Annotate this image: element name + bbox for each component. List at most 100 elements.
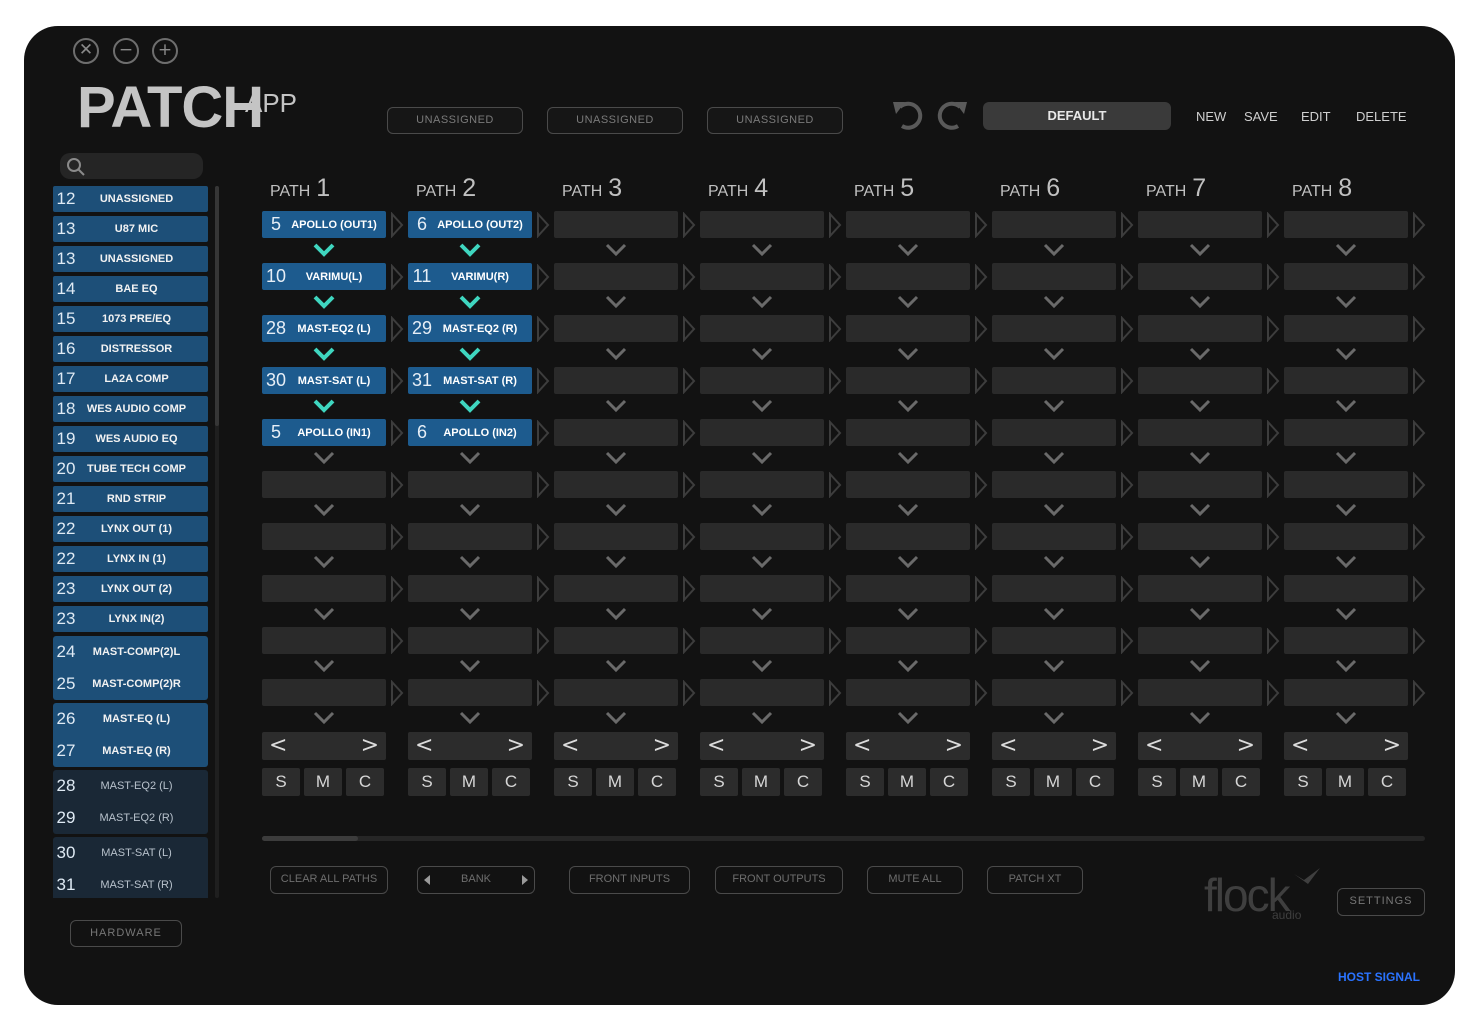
- sidebar-stereo-group[interactable]: 26 MAST-EQ (L) 27 MAST-EQ (R): [53, 703, 208, 767]
- solo-button[interactable]: S: [1138, 768, 1176, 796]
- chevron-down-icon[interactable]: [897, 503, 919, 517]
- bank-selector[interactable]: BANK: [417, 866, 535, 894]
- path-slot[interactable]: [1284, 523, 1408, 550]
- assign-slot-3-button[interactable]: UNASSIGNED: [707, 107, 843, 134]
- sidebar-item[interactable]: 14 BAE EQ: [53, 276, 208, 302]
- chevron-down-icon[interactable]: [1335, 451, 1357, 465]
- insert-arrow-icon[interactable]: [1266, 628, 1280, 654]
- insert-arrow-icon[interactable]: [1412, 472, 1426, 498]
- sidebar-scrollbar-thumb[interactable]: [215, 186, 219, 426]
- sidebar-item[interactable]: 31 MAST-SAT (R): [53, 872, 208, 898]
- path-slot[interactable]: [1138, 679, 1262, 706]
- path-slot[interactable]: [992, 367, 1116, 394]
- path-pager[interactable]: < >: [846, 732, 970, 760]
- clear-button[interactable]: C: [1222, 768, 1260, 796]
- path-slot[interactable]: [700, 315, 824, 342]
- clear-button[interactable]: C: [784, 768, 822, 796]
- patch-xt-button[interactable]: PATCH XT: [987, 866, 1083, 894]
- chevron-down-icon[interactable]: [897, 451, 919, 465]
- sidebar-item[interactable]: 23 LYNX OUT (2): [53, 576, 208, 602]
- insert-arrow-icon[interactable]: [536, 212, 550, 238]
- path-slot[interactable]: [1284, 263, 1408, 290]
- chevron-down-icon[interactable]: [1189, 503, 1211, 517]
- path-slot[interactable]: [1284, 315, 1408, 342]
- solo-button[interactable]: S: [262, 768, 300, 796]
- path-slot[interactable]: [846, 263, 970, 290]
- chevron-down-icon[interactable]: [459, 607, 481, 621]
- chevron-down-icon[interactable]: [313, 503, 335, 517]
- path-slot[interactable]: [262, 471, 386, 498]
- pager-prev-icon[interactable]: <: [269, 732, 287, 760]
- solo-button[interactable]: S: [992, 768, 1030, 796]
- chevron-down-icon[interactable]: [897, 347, 919, 361]
- chevron-down-icon[interactable]: [459, 659, 481, 673]
- chevron-down-icon[interactable]: [897, 711, 919, 725]
- path-slot[interactable]: [700, 367, 824, 394]
- paths-horizontal-scrollbar[interactable]: [262, 836, 1425, 841]
- path-slot[interactable]: [846, 419, 970, 446]
- path-slot[interactable]: [992, 315, 1116, 342]
- insert-arrow-icon[interactable]: [682, 420, 696, 446]
- insert-arrow-icon[interactable]: [390, 212, 404, 238]
- chevron-down-icon[interactable]: [1043, 503, 1065, 517]
- insert-arrow-icon[interactable]: [1412, 524, 1426, 550]
- insert-arrow-icon[interactable]: [1120, 420, 1134, 446]
- insert-arrow-icon[interactable]: [536, 316, 550, 342]
- sidebar-item[interactable]: 13 UNASSIGNED: [53, 246, 208, 272]
- insert-arrow-icon[interactable]: [828, 576, 842, 602]
- path-slot[interactable]: 6 APOLLO (OUT2): [408, 211, 532, 238]
- clear-button[interactable]: C: [346, 768, 384, 796]
- insert-arrow-icon[interactable]: [1266, 472, 1280, 498]
- insert-arrow-icon[interactable]: [1412, 420, 1426, 446]
- insert-arrow-icon[interactable]: [1412, 680, 1426, 706]
- sidebar-item[interactable]: 30 MAST-SAT (L): [53, 840, 208, 866]
- solo-button[interactable]: S: [554, 768, 592, 796]
- path-slot[interactable]: [554, 471, 678, 498]
- clear-button[interactable]: C: [1368, 768, 1406, 796]
- path-slot[interactable]: [262, 523, 386, 550]
- signal-link-chevron-icon[interactable]: [313, 347, 335, 361]
- insert-arrow-icon[interactable]: [974, 368, 988, 394]
- chevron-down-icon[interactable]: [751, 607, 773, 621]
- path-slot[interactable]: [700, 679, 824, 706]
- chevron-down-icon[interactable]: [1189, 555, 1211, 569]
- chevron-down-icon[interactable]: [1043, 711, 1065, 725]
- chevron-down-icon[interactable]: [897, 607, 919, 621]
- sidebar-item[interactable]: 20 TUBE TECH COMP: [53, 456, 208, 482]
- insert-arrow-icon[interactable]: [390, 524, 404, 550]
- sidebar-item[interactable]: 12 UNASSIGNED: [53, 186, 208, 212]
- chevron-down-icon[interactable]: [1043, 555, 1065, 569]
- sidebar-stereo-group[interactable]: 28 MAST-EQ2 (L) 29 MAST-EQ2 (R): [53, 770, 208, 834]
- insert-arrow-icon[interactable]: [828, 472, 842, 498]
- path-slot[interactable]: [554, 523, 678, 550]
- path-slot[interactable]: 5 APOLLO (OUT1): [262, 211, 386, 238]
- path-slot[interactable]: [700, 263, 824, 290]
- insert-arrow-icon[interactable]: [1120, 680, 1134, 706]
- insert-arrow-icon[interactable]: [1412, 264, 1426, 290]
- pager-prev-icon[interactable]: <: [853, 732, 871, 760]
- path-pager[interactable]: < >: [262, 732, 386, 760]
- path-slot[interactable]: [408, 679, 532, 706]
- chevron-down-icon[interactable]: [605, 607, 627, 621]
- path-slot[interactable]: [700, 419, 824, 446]
- bank-next-icon[interactable]: [522, 875, 528, 885]
- chevron-down-icon[interactable]: [605, 555, 627, 569]
- path-slot[interactable]: [992, 575, 1116, 602]
- insert-arrow-icon[interactable]: [390, 576, 404, 602]
- chevron-down-icon[interactable]: [751, 295, 773, 309]
- path-slot[interactable]: 10 VARIMU(L): [262, 263, 386, 290]
- path-slot[interactable]: 5 APOLLO (IN1): [262, 419, 386, 446]
- insert-arrow-icon[interactable]: [682, 368, 696, 394]
- chevron-down-icon[interactable]: [1043, 347, 1065, 361]
- chevron-down-icon[interactable]: [1335, 295, 1357, 309]
- signal-link-chevron-icon[interactable]: [459, 243, 481, 257]
- path-slot[interactable]: [1138, 367, 1262, 394]
- insert-arrow-icon[interactable]: [536, 472, 550, 498]
- path-pager[interactable]: < >: [1284, 732, 1408, 760]
- insert-arrow-icon[interactable]: [1412, 368, 1426, 394]
- pager-next-icon[interactable]: >: [507, 732, 525, 760]
- mute-button[interactable]: M: [1034, 768, 1072, 796]
- insert-arrow-icon[interactable]: [1120, 524, 1134, 550]
- insert-arrow-icon[interactable]: [682, 680, 696, 706]
- insert-arrow-icon[interactable]: [390, 628, 404, 654]
